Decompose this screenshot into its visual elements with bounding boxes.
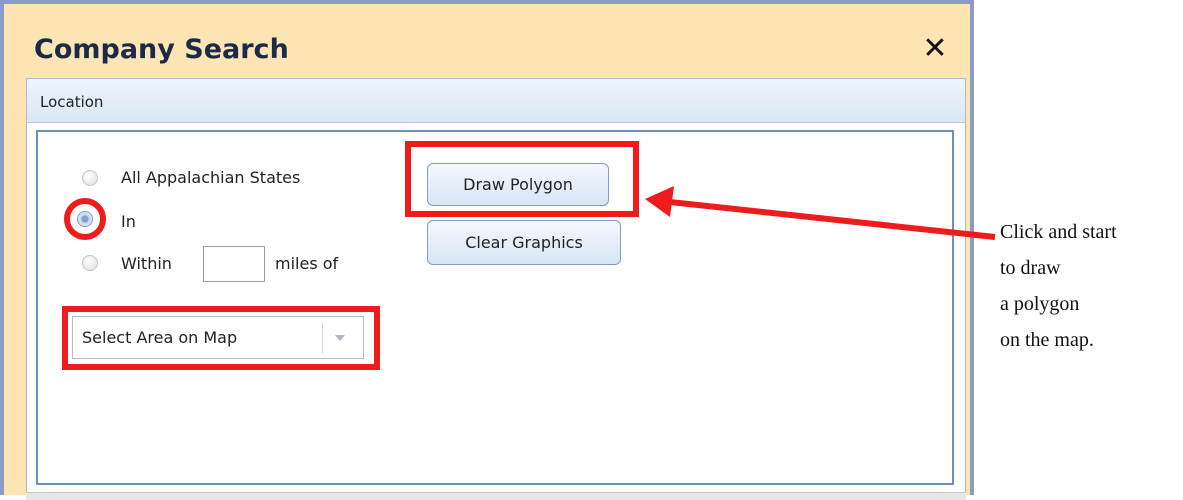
annotation-line: a polygon [1000,293,1080,315]
annotation-text: Click and start to draw a polygon on the… [1000,214,1117,358]
annotation-line: to draw [1000,257,1061,279]
annotation-line: Click and start [1000,221,1117,243]
annotation-line: on the map. [1000,329,1094,351]
